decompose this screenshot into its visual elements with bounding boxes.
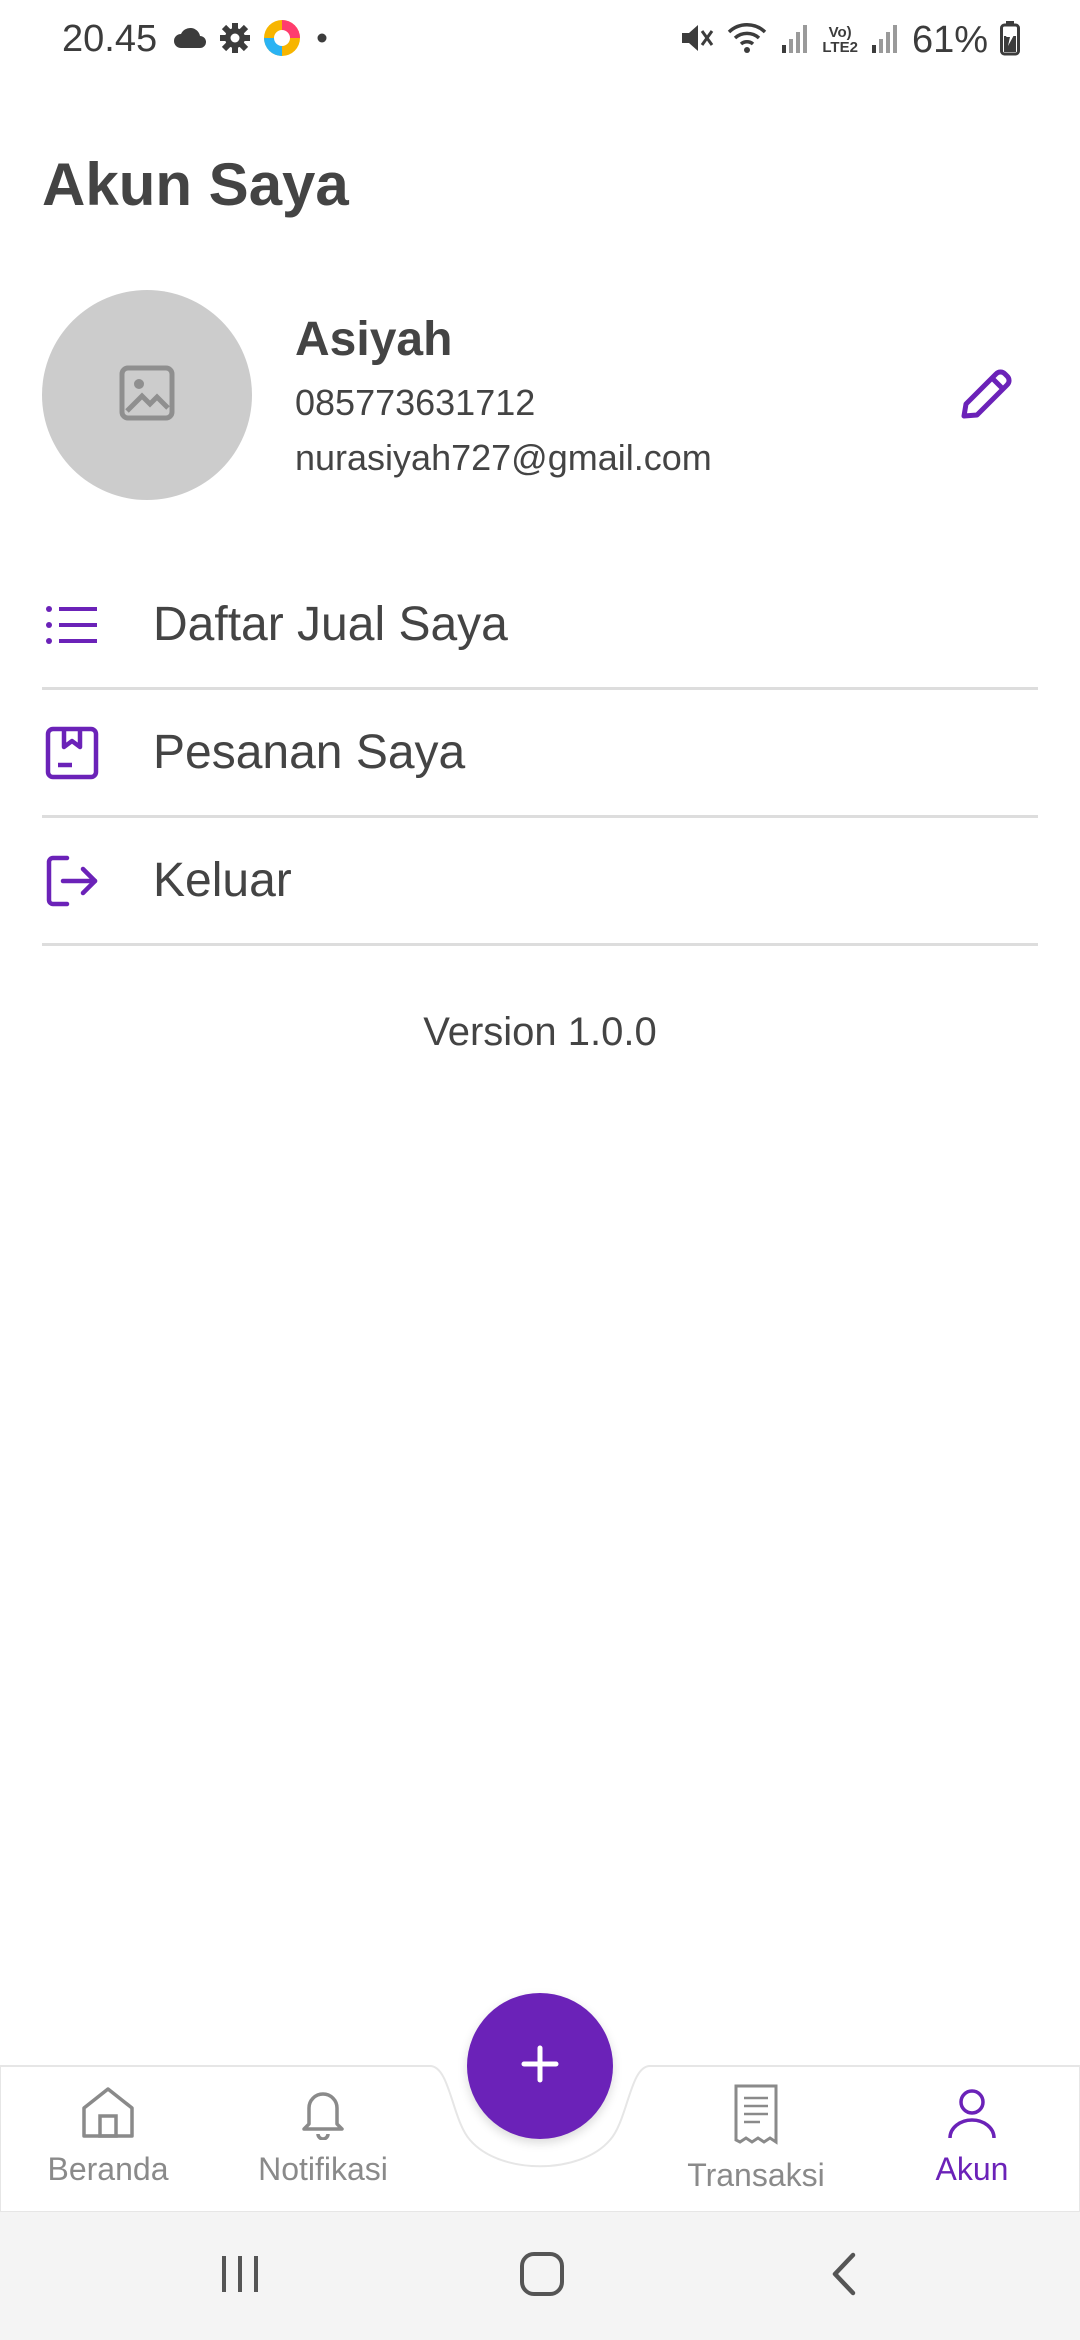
dot-icon xyxy=(312,28,332,53)
wifi-icon xyxy=(726,20,768,61)
app-icon xyxy=(262,18,302,63)
settings-icon xyxy=(218,21,252,60)
battery-icon xyxy=(1000,20,1020,61)
back-button[interactable] xyxy=(784,2212,904,2340)
home-button[interactable] xyxy=(482,2212,602,2340)
profile-phone: 085773631712 xyxy=(295,382,536,423)
nav-beranda[interactable]: Beranda xyxy=(18,2084,198,2204)
back-chevron-icon xyxy=(829,2251,859,2302)
page-title: Akun Saya xyxy=(42,151,349,218)
battery-percent: 61% xyxy=(911,18,988,61)
bookmark-icon xyxy=(42,723,102,783)
plus-icon xyxy=(518,2042,562,2091)
nav-transaksi[interactable]: Transaksi xyxy=(666,2084,846,2204)
menu-label: Pesanan Saya xyxy=(153,726,466,779)
cloud-icon xyxy=(172,26,208,55)
add-button[interactable] xyxy=(467,1993,613,2139)
network-type: Vo) LTE2 xyxy=(822,24,858,56)
menu-label: Daftar Jual Saya xyxy=(153,598,508,651)
recent-apps-button[interactable] xyxy=(180,2212,300,2340)
status-bar: 20.45 Vo) LTE2 61% xyxy=(0,0,1080,84)
menu-item-pesanan[interactable]: Pesanan Saya xyxy=(42,690,1038,818)
nav-notifikasi[interactable]: Notifikasi xyxy=(233,2084,413,2204)
menu-item-keluar[interactable]: Keluar xyxy=(42,818,1038,946)
pencil-icon xyxy=(956,364,1016,429)
signal-icon-2 xyxy=(870,21,900,60)
menu-item-daftar-jual[interactable]: Daftar Jual Saya xyxy=(42,562,1038,690)
list-icon xyxy=(42,595,102,655)
nav-akun[interactable]: Akun xyxy=(882,2084,1062,2204)
app-version: Version 1.0.0 xyxy=(423,1010,657,1054)
account-menu: Daftar Jual Saya Pesanan Saya Keluar xyxy=(42,562,1038,946)
profile-email: nurasiyah727@gmail.com xyxy=(295,437,712,478)
profile-name: Asiyah xyxy=(295,313,453,366)
edit-profile-button[interactable] xyxy=(952,362,1020,430)
signal-icon xyxy=(780,21,810,60)
receipt-icon xyxy=(728,2084,784,2151)
home-icon xyxy=(80,2084,136,2145)
mute-icon xyxy=(678,20,714,61)
image-placeholder-icon xyxy=(118,364,176,427)
user-icon xyxy=(944,2084,1000,2145)
home-square-icon xyxy=(519,2251,565,2302)
avatar[interactable] xyxy=(42,290,252,500)
logout-icon xyxy=(42,851,102,911)
recent-apps-icon xyxy=(218,2254,262,2299)
system-nav-bar xyxy=(0,2212,1080,2340)
menu-label: Keluar xyxy=(153,854,292,907)
status-time: 20.45 xyxy=(62,18,158,60)
bell-icon xyxy=(295,2084,351,2145)
